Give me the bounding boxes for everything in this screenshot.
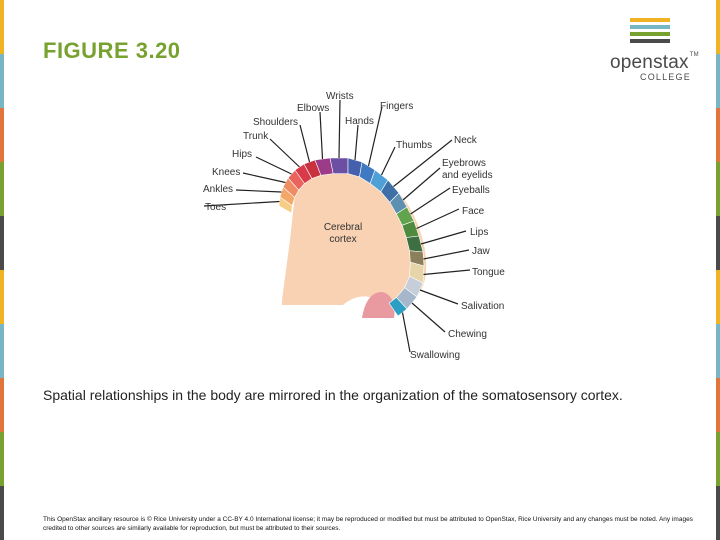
license-notice: This OpenStax ancillary resource is © Ri…: [43, 516, 693, 532]
edge-stripe-segment: [716, 324, 720, 378]
edge-stripe-segment: [0, 216, 4, 270]
region-label: Lips: [470, 227, 488, 238]
region-label: Toes: [205, 202, 226, 213]
region-leader-line: [235, 189, 282, 193]
region-label: Neck: [454, 135, 478, 146]
region-leader-line: [242, 172, 286, 184]
region-leader-line: [338, 99, 341, 159]
figure-caption: Spatial relationships in the body are mi…: [43, 387, 623, 403]
region-leader-line: [419, 289, 459, 305]
figure-title: FIGURE 3.20: [43, 38, 181, 63]
region-label: Face: [462, 206, 485, 217]
region-label: Salivation: [461, 301, 504, 312]
region-label: Thumbs: [396, 140, 432, 151]
edge-stripe-segment: [716, 378, 720, 432]
region-leader-line: [410, 187, 451, 215]
edge-stripe-segment: [0, 378, 4, 432]
region-label: Shoulders: [253, 117, 298, 128]
region-label: Hands: [345, 116, 374, 127]
region-label: Tongue: [472, 267, 505, 278]
logo-stripe: [630, 32, 670, 36]
logo-wordmark: openstaxTM: [610, 52, 699, 73]
edge-stripe-segment: [716, 0, 720, 54]
edge-stripe-segment: [0, 324, 4, 378]
openstax-college-logo: openstaxTM COLLEGE: [606, 16, 699, 82]
logo-stripe: [630, 39, 670, 43]
region-label: Hips: [232, 149, 252, 160]
edge-stripe-segment: [0, 270, 4, 324]
region-label: Ankles: [203, 184, 233, 195]
cortex-label: cortex: [329, 234, 356, 245]
edge-stripe-segment: [0, 108, 4, 162]
edge-stripe-segment: [716, 432, 720, 486]
edge-stripe-segment: [0, 162, 4, 216]
edge-stripe-segment: [0, 0, 4, 54]
region-leader-line: [299, 124, 311, 163]
region-leader-line: [255, 156, 292, 175]
edge-stripe-segment: [716, 54, 720, 108]
edge-stripe-segment: [716, 270, 720, 324]
region-label: Swallowing: [410, 350, 460, 361]
left-edge-stripe: [0, 0, 4, 540]
region-leader-line: [380, 146, 396, 176]
edge-stripe-segment: [0, 432, 4, 486]
region-label: Trunk: [243, 131, 269, 142]
right-edge-stripe: [716, 0, 720, 540]
cortex-label: Cerebral: [324, 222, 362, 233]
region-leader-line: [269, 138, 300, 168]
region-leader-line: [411, 302, 446, 333]
region-leader-line: [416, 208, 460, 230]
somatosensory-cortex-diagram: Toes Ankles Knees Hips Trunk Shoulders ElbowsW…: [203, 91, 505, 361]
logo-subtitle: COLLEGE: [640, 72, 691, 82]
logo-stripe: [630, 25, 670, 29]
region-label: Knees: [212, 167, 240, 178]
edge-stripe-segment: [716, 486, 720, 540]
region-leader-line: [401, 312, 411, 353]
region-label: Elbows: [297, 103, 329, 114]
edge-stripe-segment: [0, 54, 4, 108]
region-label: and eyelids: [442, 170, 493, 181]
region-label: Jaw: [472, 246, 491, 257]
region-leader-line: [319, 111, 324, 160]
edge-stripe-segment: [716, 216, 720, 270]
region-label: Eyebrows: [442, 158, 486, 169]
region-leader-line: [354, 124, 359, 161]
region-leader-line: [420, 230, 467, 245]
region-leader-line: [423, 249, 470, 260]
edge-stripe-segment: [716, 108, 720, 162]
cortex-region-band: [329, 157, 349, 174]
edge-stripe-segment: [0, 486, 4, 540]
edge-stripe-segment: [716, 162, 720, 216]
region-label: Wrists: [326, 91, 354, 102]
region-leader-line: [423, 269, 471, 276]
region-leader-line: [402, 167, 441, 201]
logo-stripe: [630, 18, 670, 22]
region-label: Fingers: [380, 101, 413, 112]
region-label: Chewing: [448, 329, 487, 340]
region-label: Eyeballs: [452, 185, 490, 196]
